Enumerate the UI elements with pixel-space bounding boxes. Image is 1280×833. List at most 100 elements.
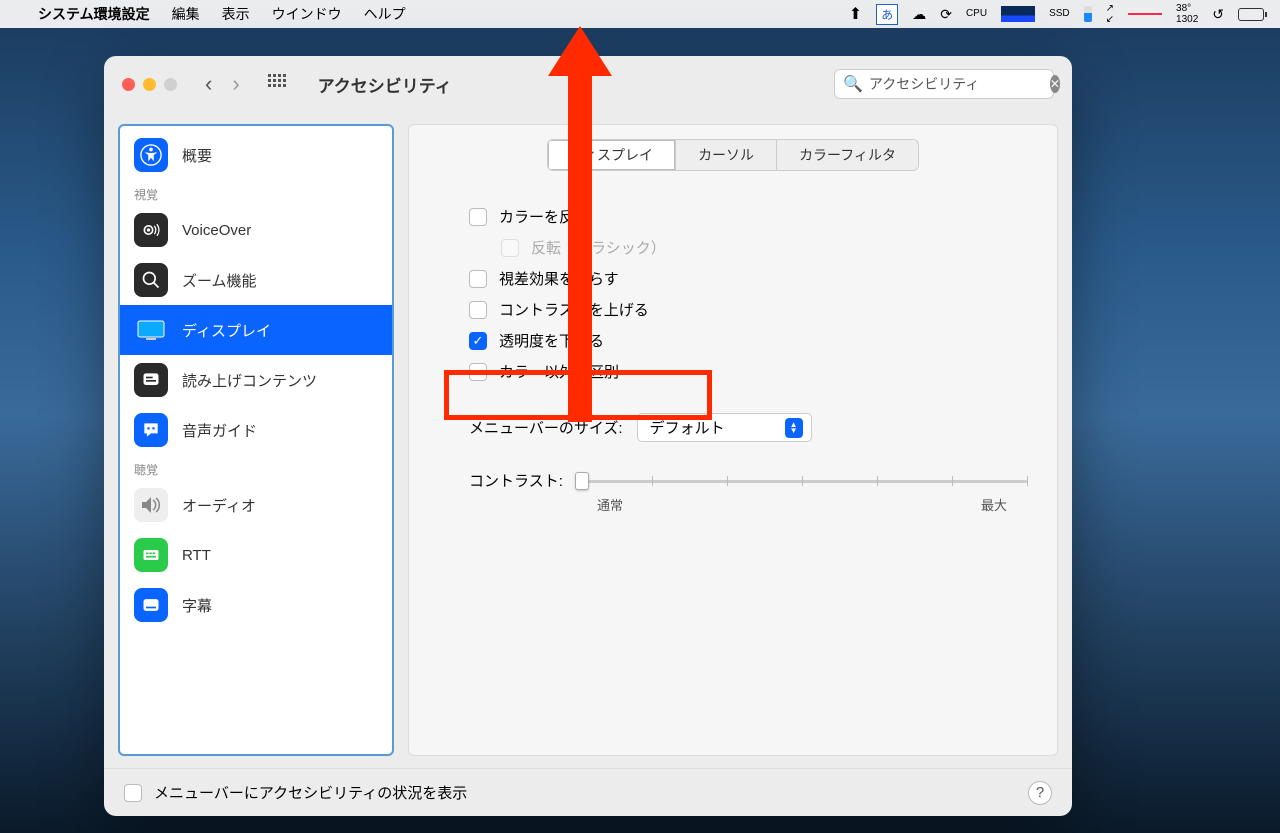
sidebar-item-audio-guide[interactable]: 音声ガイド: [120, 405, 392, 455]
sidebar-label: 音声ガイド: [182, 420, 257, 441]
accessibility-icon: [134, 138, 168, 172]
sidebar-item-zoom[interactable]: ズーム機能: [120, 255, 392, 305]
checkbox[interactable]: ✓: [469, 332, 487, 350]
activity-graph-icon[interactable]: [1128, 7, 1162, 21]
search-icon: 🔍: [843, 74, 863, 94]
contrast-slider[interactable]: [577, 471, 1027, 491]
sidebar-item-spoken[interactable]: 読み上げコンテンツ: [120, 355, 392, 405]
sidebar-item-rtt[interactable]: RTT: [120, 530, 392, 580]
menu-edit[interactable]: 編集: [172, 4, 200, 24]
window-title: アクセシビリティ: [318, 72, 452, 97]
option-differentiate-without-color[interactable]: カラー以外で区別: [469, 356, 1037, 387]
audio-guide-icon: [134, 413, 168, 447]
sidebar-label: RTT: [182, 547, 211, 564]
sidebar-category-hearing: 聴覚: [120, 455, 392, 480]
timemachine-icon[interactable]: ↺: [1212, 6, 1224, 23]
cpu-label[interactable]: CPU: [966, 9, 987, 19]
sidebar-label: ズーム機能: [182, 270, 257, 291]
ssd-label[interactable]: SSD: [1049, 9, 1070, 19]
checkbox[interactable]: [124, 784, 142, 802]
sidebar-item-display[interactable]: ディスプレイ: [120, 305, 392, 355]
help-button[interactable]: ?: [1028, 781, 1052, 805]
tab-cursor[interactable]: カーソル: [676, 140, 777, 170]
checkbox: [501, 239, 519, 257]
sidebar-item-overview[interactable]: 概要: [120, 130, 392, 180]
sidebar-label: VoiceOver: [182, 222, 251, 239]
sidebar-label: 読み上げコンテンツ: [182, 370, 317, 391]
rtt-icon: [134, 538, 168, 572]
segmented-control: ディスプレイ カーソル カラーフィルタ: [429, 139, 1037, 171]
battery-icon[interactable]: [1238, 8, 1264, 21]
option-reduce-motion[interactable]: 視差効果を減らす: [469, 263, 1037, 294]
speaker-icon: [134, 488, 168, 522]
forward-button[interactable]: ›: [232, 71, 239, 97]
back-button[interactable]: ‹: [205, 71, 212, 97]
checkbox[interactable]: [469, 270, 487, 288]
menu-help[interactable]: ヘルプ: [364, 4, 406, 24]
net-indicator[interactable]: ↗↙: [1106, 3, 1114, 25]
sidebar-label: オーディオ: [182, 495, 256, 516]
menu-view[interactable]: 表示: [222, 4, 250, 24]
titlebar: ‹ › アクセシビリティ 🔍 ✕: [104, 56, 1072, 112]
ssd-bar-icon[interactable]: [1084, 6, 1092, 22]
option-label: カラーを反転: [499, 206, 589, 227]
content-pane: ディスプレイ カーソル カラーフィルタ カラーを反転 反転（クラシック） 視差効…: [408, 124, 1058, 756]
cloud-icon[interactable]: ☁: [912, 6, 926, 23]
slider-thumb[interactable]: [575, 472, 589, 490]
spoken-content-icon: [134, 363, 168, 397]
option-label: コントラストを上げる: [499, 299, 649, 320]
zoom-button[interactable]: [164, 78, 177, 91]
sidebar: 概要 視覚 VoiceOver ズーム機能 ディスプレイ: [118, 124, 394, 756]
search-input[interactable]: [869, 76, 1050, 92]
minimize-button[interactable]: [143, 78, 156, 91]
select-value: デフォルト: [650, 417, 725, 438]
traffic-lights: [122, 78, 177, 91]
option-invert-classic: 反転（クラシック）: [501, 232, 1037, 263]
sidebar-item-voiceover[interactable]: VoiceOver: [120, 205, 392, 255]
option-show-status-in-menubar[interactable]: メニューバーにアクセシビリティの状況を表示: [124, 777, 467, 808]
option-increase-contrast[interactable]: コントラストを上げる: [469, 294, 1037, 325]
contrast-row: コントラスト:: [469, 470, 1037, 491]
zoom-icon: [134, 263, 168, 297]
display-icon: [134, 313, 168, 347]
option-label: カラー以外で区別: [499, 361, 619, 382]
window-footer: メニューバーにアクセシビリティの状況を表示 ?: [104, 768, 1072, 816]
checkbox[interactable]: [469, 208, 487, 226]
sidebar-label: ディスプレイ: [182, 320, 271, 341]
option-invert-colors[interactable]: カラーを反転: [469, 201, 1037, 232]
option-label: 透明度を下げる: [499, 330, 604, 351]
checkbox[interactable]: [469, 301, 487, 319]
sidebar-item-audio[interactable]: オーディオ: [120, 480, 392, 530]
clear-search-button[interactable]: ✕: [1050, 75, 1060, 93]
option-reduce-transparency[interactable]: ✓ 透明度を下げる: [469, 325, 1037, 356]
show-all-button[interactable]: [268, 74, 288, 94]
menu-window[interactable]: ウインドウ: [272, 4, 342, 24]
nav-buttons: ‹ ›: [205, 71, 240, 97]
app-name[interactable]: システム環境設定: [38, 4, 150, 24]
menubar-size-label: メニューバーのサイズ:: [469, 417, 623, 438]
rocket-icon[interactable]: ⬆: [849, 4, 862, 24]
tab-display[interactable]: ディスプレイ: [548, 140, 676, 170]
sidebar-category-visual: 視覚: [120, 180, 392, 205]
slider-min-label: 通常: [597, 495, 623, 514]
menubar-size-row: メニューバーのサイズ: デフォルト ▲▼: [469, 413, 1037, 442]
sidebar-item-captions[interactable]: 字幕: [120, 580, 392, 630]
cpu-graph-icon[interactable]: [1001, 6, 1035, 22]
ime-indicator[interactable]: あ: [876, 4, 898, 25]
tab-color-filter[interactable]: カラーフィルタ: [777, 140, 918, 170]
option-label: 視差効果を減らす: [499, 268, 619, 289]
slider-max-label: 最大: [981, 495, 1007, 514]
sync-icon[interactable]: ⟳: [940, 6, 952, 23]
menubar: システム環境設定 編集 表示 ウインドウ ヘルプ ⬆ あ ☁ ⟳ CPU SSD…: [0, 0, 1280, 28]
menubar-size-select[interactable]: デフォルト ▲▼: [637, 413, 812, 442]
contrast-label: コントラスト:: [469, 470, 563, 491]
voiceover-icon: [134, 213, 168, 247]
chevron-up-down-icon: ▲▼: [785, 418, 803, 438]
close-button[interactable]: [122, 78, 135, 91]
sensor-indicator[interactable]: 38°1302: [1176, 3, 1198, 25]
search-field[interactable]: 🔍 ✕: [834, 69, 1054, 99]
option-label: 反転（クラシック）: [531, 237, 666, 258]
checkbox[interactable]: [469, 363, 487, 381]
slider-labels: 通常 最大: [597, 495, 1007, 514]
sidebar-label: 概要: [182, 145, 212, 166]
